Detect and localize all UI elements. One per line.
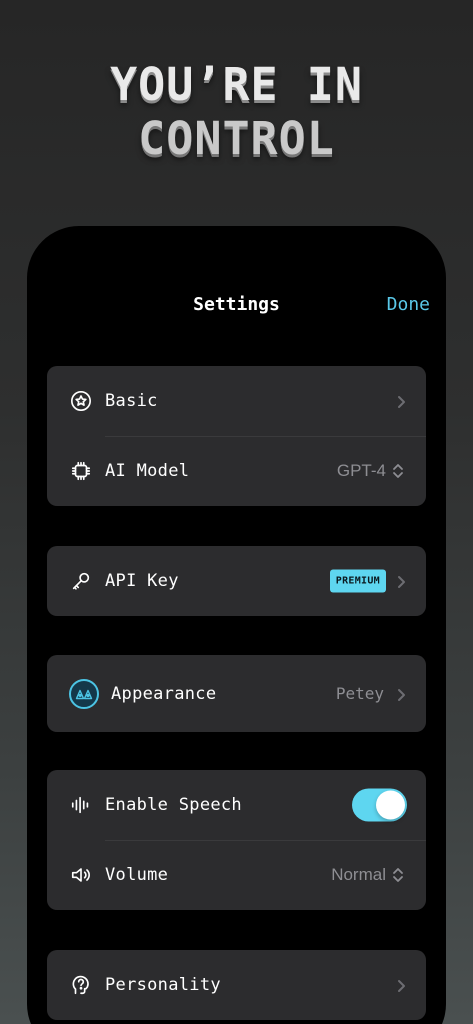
settings-group-api: API Key PREMIUM <box>47 546 426 616</box>
key-icon <box>69 569 93 593</box>
chevron-right-icon <box>394 687 408 701</box>
navigation-bar: Settings Done <box>27 288 446 322</box>
basic-label: Basic <box>105 391 158 411</box>
personality-label: Personality <box>105 975 221 995</box>
api-key-row[interactable]: API Key PREMIUM <box>47 546 426 616</box>
toggle-knob <box>376 790 405 820</box>
avatar-icon <box>69 678 99 709</box>
enable-speech-row: Enable Speech <box>47 770 426 840</box>
star-circle-icon <box>69 389 93 413</box>
chevron-right-icon <box>394 978 408 992</box>
chip-icon <box>69 459 93 483</box>
volume-label: Volume <box>105 865 169 885</box>
chevron-right-icon <box>394 574 408 588</box>
ai-model-label: AI Model <box>105 461 190 481</box>
speech-toggle[interactable] <box>352 788 407 822</box>
speaker-icon <box>69 863 93 887</box>
volume-value: Normal <box>331 865 386 884</box>
api-key-label: API Key <box>105 571 179 591</box>
hero-headline: YOU’RE IN CONTROL <box>0 58 473 166</box>
enable-speech-label: Enable Speech <box>105 795 242 815</box>
appearance-value: Petey <box>335 684 384 703</box>
settings-group-audio: Enable Speech Volume Normal <box>47 770 426 910</box>
basic-row[interactable]: Basic <box>47 366 426 436</box>
chevron-right-icon <box>394 394 408 408</box>
chevron-up-down-icon <box>392 867 404 883</box>
hero-line-2: CONTROL <box>138 112 335 165</box>
personality-row[interactable]: Personality <box>47 950 426 1020</box>
page-title: Settings <box>193 294 280 315</box>
hero-line-1: YOU’RE IN <box>110 58 363 111</box>
appearance-row[interactable]: Appearance Petey <box>47 655 426 732</box>
phone-screen: Settings Done Basic AI Model GPT-4 API K… <box>27 226 446 1024</box>
settings-group-personality: Personality <box>47 950 426 1020</box>
settings-group-general: Basic AI Model GPT-4 <box>47 366 426 506</box>
ai-model-row[interactable]: AI Model GPT-4 <box>47 436 426 506</box>
head-question-icon <box>69 973 93 997</box>
waveform-icon <box>69 793 93 817</box>
premium-badge: PREMIUM <box>329 569 386 593</box>
ai-model-value: GPT-4 <box>336 461 386 480</box>
chevron-up-down-icon <box>392 463 404 479</box>
volume-row[interactable]: Volume Normal <box>47 840 426 910</box>
done-button[interactable]: Done <box>387 294 430 315</box>
settings-group-appearance: Appearance Petey <box>47 655 426 732</box>
appearance-label: Appearance <box>111 683 217 704</box>
